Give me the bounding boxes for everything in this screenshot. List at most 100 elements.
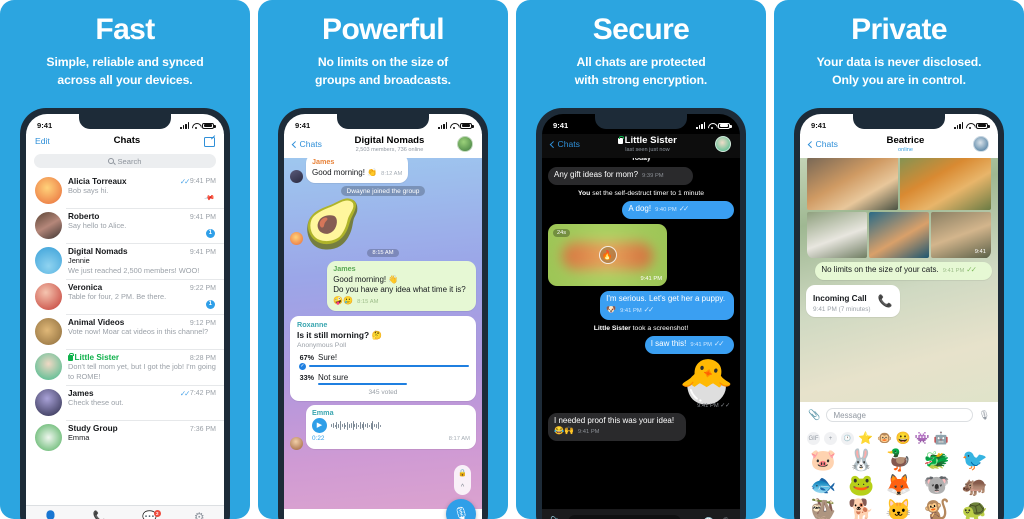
message-bubble[interactable]: James Good morning! 👋 Do you have any id… — [327, 261, 476, 311]
tab-settings[interactable]: ⚙ Settings — [175, 511, 225, 519]
message-text: Good morning! 👋 — [333, 275, 399, 285]
panel-subtitle-line2: with strong encryption. — [574, 72, 708, 87]
avocado-sticker[interactable]: 🥑 — [303, 199, 362, 249]
back-button[interactable]: Chats — [550, 139, 580, 149]
message-bubble[interactable]: No limits on the size of your cats. 9:41 … — [815, 262, 992, 281]
sticker-item[interactable]: 🦛 — [956, 474, 993, 498]
photo-thumbnail[interactable] — [807, 211, 868, 258]
chat-name: Roberto — [68, 212, 100, 221]
sticker-item[interactable]: 🐨 — [918, 474, 955, 498]
back-button[interactable]: Chats — [292, 139, 322, 149]
self-destruct-photo[interactable]: 24s 🔥 9:41 PM — [548, 224, 668, 287]
alien-sticker[interactable]: 👾 — [915, 432, 930, 445]
poll-card[interactable]: Roxanne Is it still morning? 🤔 Anonymous… — [290, 315, 476, 401]
search-input[interactable]: Search — [34, 154, 216, 168]
poll-option[interactable]: 67% Sure! — [297, 353, 469, 362]
poll-bar — [318, 382, 408, 385]
message-bubble[interactable]: James Good morning! 👏 8:12 AM — [306, 154, 409, 183]
list-item[interactable]: James ✓✓ 7:42 PM Check these out. — [26, 385, 224, 420]
chat-name: Veronica — [68, 283, 103, 292]
message-time: 8:15 AM — [357, 298, 379, 305]
microphone-icon[interactable]: 🎙 — [979, 410, 990, 421]
chat-list[interactable]: Alicia Torreaux ✓✓ 9:41 PM Bob says hi. 📌… — [26, 173, 224, 455]
phone-icon[interactable]: 📞 — [878, 294, 893, 308]
edit-button[interactable]: Edit — [35, 136, 50, 146]
phone-screen: 9:41 Chats Digital Nomads 2,503 members,… — [284, 114, 482, 519]
sticker-item[interactable]: 🦊 — [881, 474, 918, 498]
photo-thumbnail[interactable] — [807, 153, 899, 210]
play-icon[interactable]: ▶ — [312, 418, 327, 434]
tab-bar[interactable]: 👤 Contacts 📞 Calls 💬2 Chats ⚙ Settings — [26, 505, 224, 519]
panel-private-header: Private Your data is never disclosed. On… — [774, 0, 1024, 89]
photo-thumbnail[interactable] — [899, 153, 991, 210]
list-item[interactable]: Study Group 7:36 PM Emma — [26, 420, 224, 455]
gif-icon[interactable]: GIF — [807, 432, 820, 445]
sticker-grid[interactable]: 🐷 🐰 🦆 🐲 🐦 🐟 🐸 🦊 🐨 🦛 🦥 🐕 🐱 🐒 🐢 — [800, 447, 998, 519]
message-text: No limits on the size of your cats. — [821, 265, 939, 274]
sticker-item[interactable]: 🦥 — [805, 499, 842, 519]
sticker-item[interactable]: 🐸 — [843, 474, 880, 498]
list-item[interactable]: Veronica 9:22 PM Table for four, 2 PM. B… — [26, 279, 224, 314]
read-ticks-icon: ✓✓ — [713, 338, 724, 348]
panel-subtitle-line1: Your data is never disclosed. — [816, 55, 982, 69]
monkey-sticker[interactable]: 🐵 — [877, 432, 892, 445]
sticker-item[interactable]: 🐷 — [805, 449, 842, 473]
sticker-item[interactable]: 🐕 — [843, 499, 880, 519]
sticker-item[interactable]: 🐲 — [918, 449, 955, 473]
message-input[interactable]: Message — [826, 408, 973, 422]
sticker-panel[interactable]: GIF + 🕐 ⭐ 🐵 😀 👾 🤖 🐷 🐰 🦆 🐲 🐦 🐟 🐸 🦊 🐨 🦛 🦥 … — [800, 428, 998, 519]
sticker-item[interactable]: 🐢 — [956, 499, 993, 519]
status-icons — [954, 122, 990, 129]
photo-album-message[interactable]: 9:41 — [800, 151, 998, 259]
call-log-card[interactable]: Incoming Call 9:41 PM (7 minutes) 📞 — [806, 285, 900, 318]
tab-contacts[interactable]: 👤 Contacts — [26, 511, 76, 519]
compose-icon[interactable] — [204, 135, 215, 147]
battery-icon — [718, 122, 732, 129]
voice-player[interactable]: ▶ — [312, 418, 470, 434]
tab-chats[interactable]: 💬2 Chats — [125, 510, 175, 519]
sticker-item[interactable]: 🐱 — [881, 499, 918, 519]
voice-message-bubble[interactable]: Emma ▶ 0:22 8:17 AM — [306, 404, 476, 449]
list-item[interactable]: Roberto 9:41 PM Say hello to Alice. 1 — [26, 208, 224, 243]
sticker-item[interactable]: 🐦 — [956, 449, 993, 473]
message-input[interactable]: Message — [568, 515, 681, 519]
phone-screen: 9:41 Chats Little Sister last seen just … — [542, 114, 740, 519]
plus-icon[interactable]: + — [824, 432, 837, 445]
poll-option[interactable]: 33% Not sure — [297, 373, 469, 382]
sticker-item[interactable]: 🐰 — [843, 449, 880, 473]
flame-icon: 🔥 — [598, 246, 617, 265]
star-sticker[interactable]: ⭐ — [858, 432, 873, 445]
chick-sticker[interactable]: 🐣 — [548, 359, 734, 405]
avatar[interactable] — [457, 135, 473, 152]
photo-thumbnail[interactable] — [868, 211, 930, 258]
message-bubble[interactable]: I'm serious. Let's get her a puppy. 🐶 9:4… — [600, 291, 734, 320]
list-item[interactable]: Little Sister 8:28 PM Don't tell mom yet… — [26, 349, 224, 385]
message-bubble[interactable]: Any gift ideas for mom? 9:39 PM — [548, 167, 694, 186]
robot-sticker[interactable]: 🤖 — [934, 432, 949, 445]
smile-sticker[interactable]: 😀 — [896, 432, 911, 445]
message-time: 9:41 PM — [942, 268, 965, 274]
sticker-item[interactable]: 🐒 — [918, 499, 955, 519]
sticker-tabs[interactable]: GIF + 🕐 ⭐ 🐵 😀 👾 🤖 — [800, 428, 998, 447]
message-bubble[interactable]: I saw this! 9:41 PM ✓✓ — [644, 335, 734, 355]
message-bubble[interactable]: I needed proof this was your idea! 😂🙌 9:4… — [548, 413, 686, 442]
unread-badge: 1 — [205, 228, 215, 238]
message-bubble[interactable]: A dog! 9:40 PM ✓✓ — [622, 201, 734, 220]
phone-mockup-group-chat: 9:41 Chats Digital Nomads 2,503 members,… — [278, 108, 488, 519]
list-item[interactable]: Animal Videos 9:12 PM Vote now! Moar cat… — [26, 314, 224, 349]
sticker-item[interactable]: 🐟 — [805, 474, 842, 498]
panel-subtitle: All chats are protected with strong encr… — [516, 54, 766, 89]
record-lock-control[interactable]: 🔒 ^ — [454, 465, 471, 495]
list-item[interactable]: Alicia Torreaux ✓✓ 9:41 PM Bob says hi. 📌 — [26, 173, 224, 208]
clock-icon[interactable]: 🕐 — [841, 432, 854, 445]
message-text: I needed proof this was your idea! 😂🙌 — [554, 416, 675, 436]
avatar[interactable] — [973, 135, 989, 152]
sticker-item[interactable]: 🦆 — [881, 449, 918, 473]
message-input-bar: 📎 Message 🎙 — [800, 402, 998, 428]
list-item[interactable]: Digital Nomads 9:41 PM Jennie We just re… — [26, 243, 224, 279]
phone-screen: 9:41 Edit Chats Search Alicia Torreaux ✓… — [26, 114, 224, 519]
avatar[interactable] — [715, 135, 731, 152]
tab-calls[interactable]: 📞 Calls — [76, 511, 126, 519]
back-button[interactable]: Chats — [808, 139, 838, 149]
paperclip-icon[interactable]: 📎 — [808, 410, 820, 421]
